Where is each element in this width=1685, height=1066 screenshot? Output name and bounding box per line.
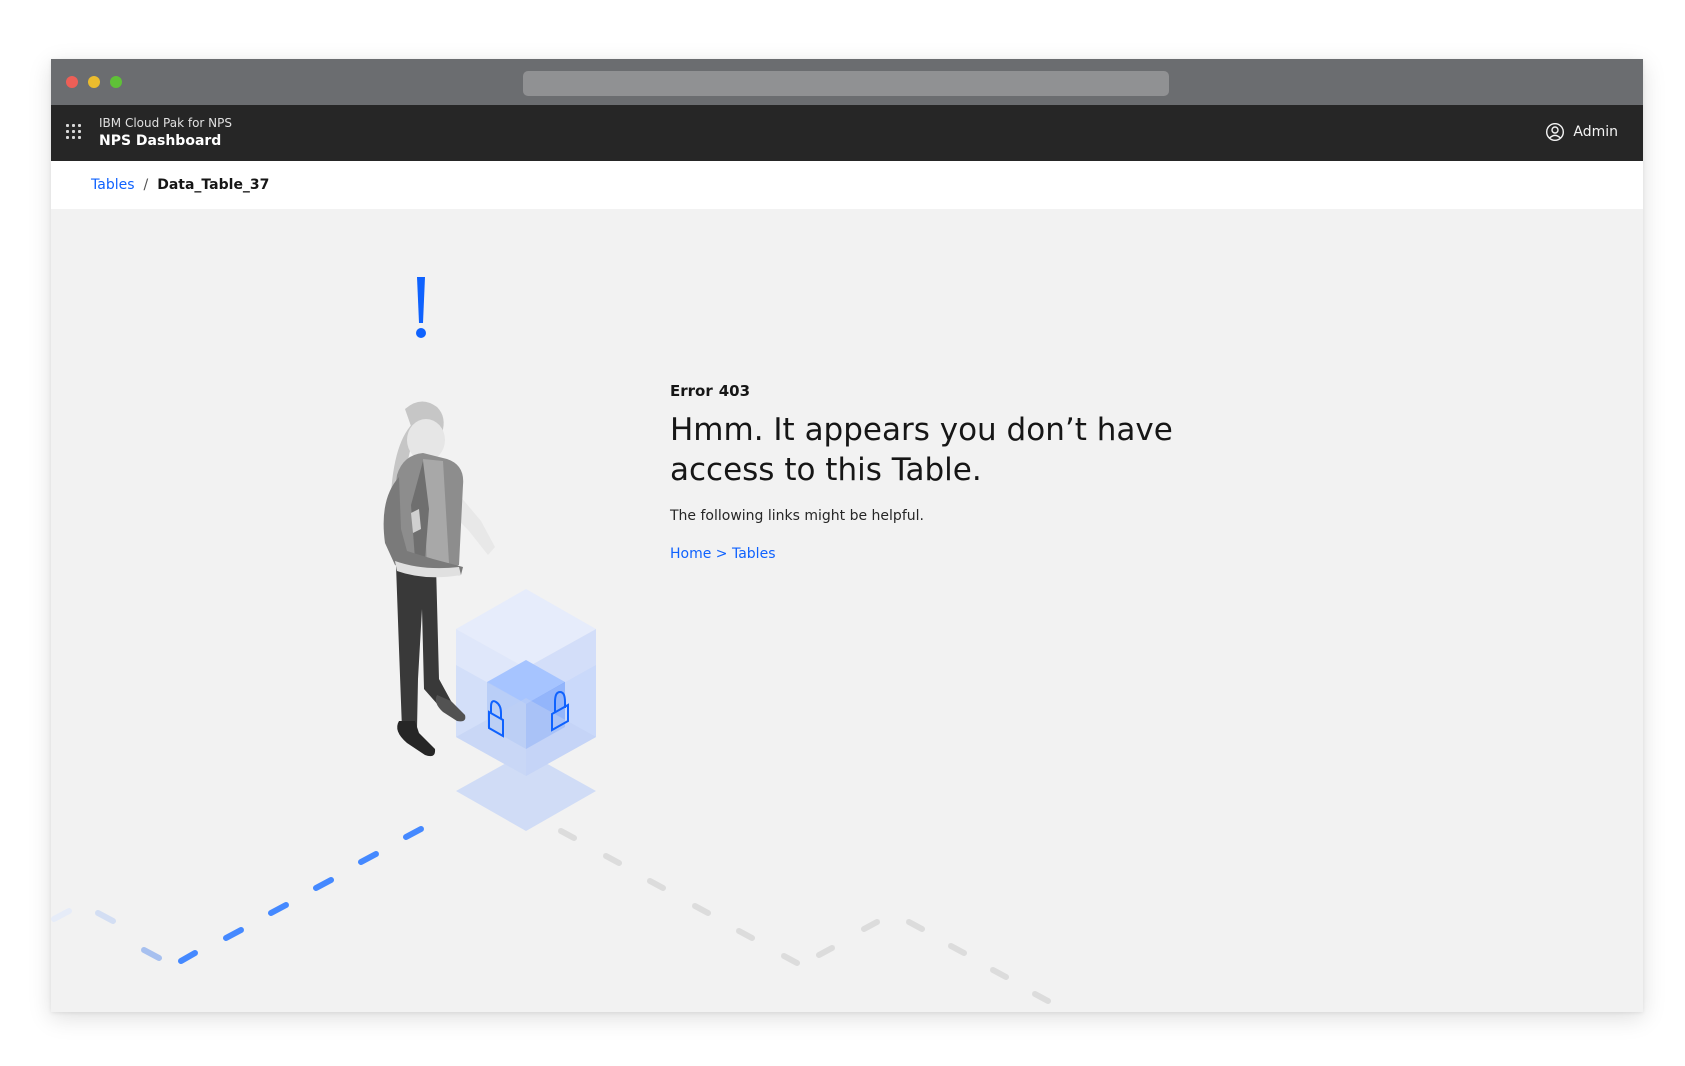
breadcrumb-separator: / [143,177,149,193]
error-code: Error 403 [670,382,1230,400]
product-subtitle: IBM Cloud Pak for NPS [99,116,232,130]
product-name[interactable]: NPS Dashboard [99,133,221,149]
helpful-links: Home > Tables [670,546,1230,562]
user-menu-button[interactable]: Admin [1545,122,1618,142]
locked-cube-icon [456,589,596,831]
error-code-number: 403 [718,382,751,400]
error-title-line-2: access to this Table. [670,452,982,488]
breadcrumb-link-tables[interactable]: Tables [91,177,135,193]
error-help-text: The following links might be helpful. [670,508,924,524]
breadcrumb-current: Data_Table_37 [157,177,270,193]
breadcrumb: Tables / Data_Table_37 [91,177,269,193]
browser-titlebar [51,59,1643,105]
breadcrumb-bar: Tables / Data_Table_37 [51,161,1643,209]
user-name: Admin [1573,124,1618,140]
user-avatar-icon [1546,122,1565,142]
link-tables[interactable]: Tables [732,546,776,562]
maximize-window-button[interactable] [110,76,122,88]
minimize-window-button[interactable] [88,76,100,88]
app-header: IBM Cloud Pak for NPS NPS Dashboard Admi… [51,105,1643,161]
error-title-line-1: Hmm. It appears you don’t have [670,412,1173,448]
dashed-path-decoration [51,826,1051,1004]
app-switcher-icon[interactable] [66,124,84,142]
access-denied-illustration [51,277,1051,1004]
error-message-block: Error 403 Hmm. It appears you don’t have … [670,382,1230,562]
address-bar[interactable] [523,71,1169,96]
link-home[interactable]: Home [670,546,711,562]
browser-window: IBM Cloud Pak for NPS NPS Dashboard Admi… [51,59,1643,1012]
link-separator: > [715,546,728,562]
exclamation-icon [416,277,426,338]
close-window-button[interactable] [66,76,78,88]
main-content: Error 403 Hmm. It appears you don’t have … [51,209,1643,1012]
error-title: Hmm. It appears you don’t have access to… [670,410,1230,490]
error-code-label: Error [670,382,713,400]
